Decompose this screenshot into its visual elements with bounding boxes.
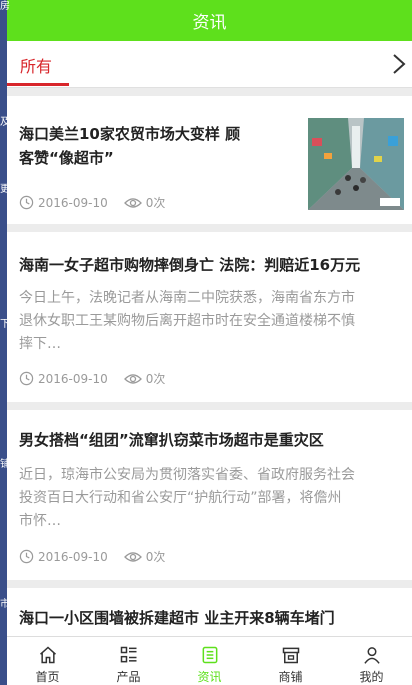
article-title[interactable]: 海口一小区围墙被拆建超市 业主开来8辆车堵门 xyxy=(19,606,335,630)
article-meta: 2016-09-10 0次 xyxy=(19,194,165,211)
summary-line: 摔下… xyxy=(19,336,61,352)
summary-line: 投资百日大行动和省公安厅“护航行动”部署，将儋州 xyxy=(19,490,342,506)
news-icon xyxy=(202,646,217,664)
bottom-tab-bar: 首页 产品 资讯 商铺 我的 xyxy=(7,636,412,685)
tab-store[interactable]: 商铺 xyxy=(250,637,331,685)
article-card[interactable]: 男女搭档“组团”流窜扒窃菜市场超市是重灾区 近日，琼海市公安局为贯彻落实省委、省… xyxy=(7,410,412,580)
views-count: 0次 xyxy=(145,372,166,386)
article-summary: 今日上午，法晚记者从海南二中院获悉，海南省东方市 退休女职工王某购物后离开超市时… xyxy=(19,287,403,356)
strip-char: 更 xyxy=(0,184,10,195)
tab-label: 产品 xyxy=(116,670,141,684)
tab-label: 商铺 xyxy=(278,670,303,684)
background-page-strip: 房 及 更 下 铺 市 xyxy=(0,0,10,685)
article-meta: 2016-09-10 0次 xyxy=(19,370,165,387)
tab-products[interactable]: 产品 xyxy=(88,637,169,685)
category-tab-all[interactable]: 所有 xyxy=(20,53,52,77)
tab-news[interactable]: 资讯 xyxy=(169,637,250,685)
article-views: 0次 xyxy=(123,194,166,211)
clock-icon xyxy=(19,195,34,210)
category-bar: 所有 xyxy=(7,41,412,88)
eye-icon xyxy=(123,373,142,384)
article-date: 2016-09-10 xyxy=(38,549,108,564)
views-count: 0次 xyxy=(145,196,166,210)
strip-char: 及 xyxy=(0,117,10,128)
clock-icon xyxy=(19,371,34,386)
article-date: 2016-09-10 xyxy=(38,195,108,210)
page-title: 资讯 xyxy=(192,13,227,33)
strip-char: 下 xyxy=(0,319,10,330)
store-icon xyxy=(282,647,299,664)
strip-char: 铺 xyxy=(0,459,10,470)
article-title[interactable]: 海南一女子超市购物摔倒身亡 法院：判赔近16万元 xyxy=(19,253,360,277)
summary-line: 市怀… xyxy=(19,513,61,529)
article-card[interactable]: 海口美兰10家农贸市场大变样 顾 客赞“像超市” 2016-09-10 0次 xyxy=(7,96,412,224)
title-line: 海口美兰10家农贸市场大变样 顾 xyxy=(19,125,241,143)
header-bar: 资讯 xyxy=(7,0,412,41)
article-views: 0次 xyxy=(123,548,166,565)
tab-home[interactable]: 首页 xyxy=(7,637,88,685)
article-title[interactable]: 海口美兰10家农贸市场大变样 顾 客赞“像超市” xyxy=(19,122,240,170)
strip-char: 房 xyxy=(0,1,10,12)
article-thumbnail[interactable] xyxy=(308,118,404,210)
category-active-underline xyxy=(7,83,69,86)
user-icon xyxy=(363,647,380,664)
article-meta: 2016-09-10 0次 xyxy=(19,548,165,565)
grid-list-icon xyxy=(120,646,136,663)
article-summary: 近日，琼海市公安局为贯彻落实省委、省政府服务社会 投资百日大行动和省公安厅“护航… xyxy=(19,464,403,533)
strip-char: 市 xyxy=(0,599,10,610)
article-date: 2016-09-10 xyxy=(38,371,108,386)
summary-line: 今日上午，法晚记者从海南二中院获悉，海南省东方市 xyxy=(19,290,355,306)
tab-label: 首页 xyxy=(35,670,60,684)
article-card[interactable]: 海南一女子超市购物摔倒身亡 法院：判赔近16万元 今日上午，法晚记者从海南二中院… xyxy=(7,232,412,402)
market-photo xyxy=(308,118,404,210)
home-icon xyxy=(39,646,56,664)
article-title[interactable]: 男女搭档“组团”流窜扒窃菜市场超市是重灾区 xyxy=(19,428,324,452)
title-line: 客赞“像超市” xyxy=(19,149,114,167)
eye-icon xyxy=(123,197,142,208)
summary-line: 近日，琼海市公安局为贯彻落实省委、省政府服务社会 xyxy=(19,467,355,483)
tab-label: 资讯 xyxy=(197,670,222,684)
summary-line: 退休女职工王某购物后离开超市时在安全通道楼梯不慎 xyxy=(19,313,355,329)
article-views: 0次 xyxy=(123,370,166,387)
tab-me[interactable]: 我的 xyxy=(331,637,412,685)
eye-icon xyxy=(123,551,142,562)
views-count: 0次 xyxy=(145,550,166,564)
tab-label: 我的 xyxy=(359,670,384,684)
clock-icon xyxy=(19,549,34,564)
chevron-right-icon[interactable] xyxy=(390,53,408,75)
